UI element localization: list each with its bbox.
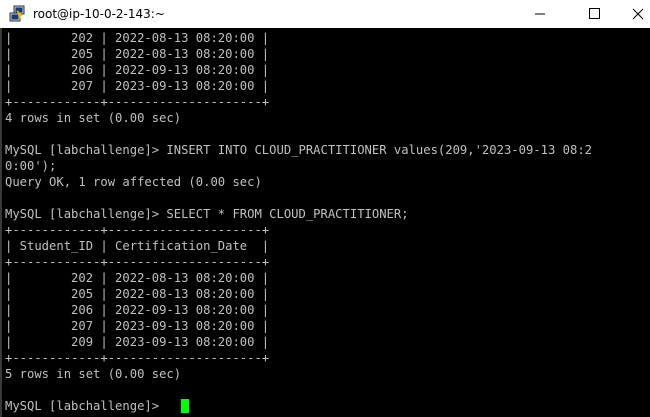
terminal-line: +------------+---------------------+ (5, 95, 270, 109)
title-bar: root@ip-10-0-2-143:~ (0, 0, 650, 28)
putty-icon[interactable] (8, 5, 26, 23)
terminal-line: +------------+---------------------+ (5, 255, 270, 269)
minimize-icon[interactable] (518, 0, 562, 28)
terminal-line: MySQL [labchallenge]> INSERT INTO CLOUD_… (5, 143, 592, 157)
terminal-line: MySQL [labchallenge]> SELECT * FROM CLOU… (5, 207, 409, 221)
terminal-line: +------------+---------------------+ (5, 223, 270, 237)
terminal-prompt: MySQL [labchallenge]> (5, 399, 167, 413)
terminal-line: | 207 | 2023-09-13 08:20:00 | (5, 319, 270, 333)
close-icon[interactable] (614, 0, 650, 28)
terminal-line: 0:00'); (5, 159, 57, 173)
terminal-cursor[interactable] (181, 399, 189, 413)
maximize-icon[interactable] (572, 0, 616, 28)
terminal-line: Query OK, 1 row affected (0.00 sec) (5, 175, 262, 189)
terminal-line: | 209 | 2023-09-13 08:20:00 | (5, 335, 270, 349)
terminal-line: | 202 | 2022-08-13 08:20:00 | (5, 31, 270, 45)
terminal-line: | 202 | 2022-08-13 08:20:00 | (5, 271, 270, 285)
terminal-output[interactable]: | 202 | 2022-08-13 08:20:00 | | 205 | 20… (0, 28, 650, 417)
terminal-line: 4 rows in set (0.00 sec) (5, 111, 182, 125)
terminal-line: | 206 | 2022-09-13 08:20:00 | (5, 303, 270, 317)
terminal-line: | Student_ID | Certification_Date | (5, 239, 270, 253)
window-border (0, 28, 2, 417)
window-title: root@ip-10-0-2-143:~ (33, 7, 165, 21)
terminal-line: 5 rows in set (0.00 sec) (5, 367, 182, 381)
terminal-line: | 206 | 2022-09-13 08:20:00 | (5, 63, 270, 77)
terminal-line: | 205 | 2022-08-13 08:20:00 | (5, 47, 270, 61)
terminal-line: | 207 | 2023-09-13 08:20:00 | (5, 79, 270, 93)
terminal-line: | 205 | 2022-08-13 08:20:00 | (5, 287, 270, 301)
terminal-line: +------------+---------------------+ (5, 351, 270, 365)
